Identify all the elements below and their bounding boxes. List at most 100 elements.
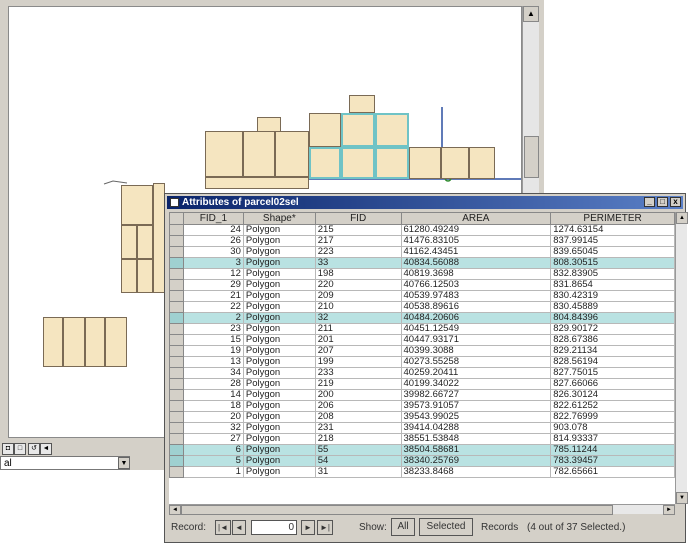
row-selector[interactable] <box>169 224 184 236</box>
parcel[interactable] <box>409 147 441 179</box>
row-selector[interactable] <box>169 422 184 434</box>
table-vertical-scrollbar[interactable]: ▲ ▼ <box>675 212 688 504</box>
row-selector[interactable] <box>169 444 184 456</box>
record-number-input[interactable]: 0 <box>251 520 297 535</box>
scroll-left-icon[interactable]: ◄ <box>40 443 52 455</box>
table-row[interactable]: 18 Polygon 206 39573.91057 822.61252 <box>169 400 675 412</box>
table-horizontal-scrollbar[interactable]: ◄ ► <box>169 504 675 515</box>
scroll-left-icon[interactable]: ◄ <box>169 505 181 515</box>
parcel-selected[interactable] <box>341 113 375 147</box>
select-all-cell[interactable] <box>169 212 184 225</box>
parcel[interactable] <box>205 177 309 189</box>
title-bar[interactable]: Attributes of parcel02sel _ □ x <box>167 196 683 209</box>
parcel[interactable] <box>205 131 243 177</box>
column-header-shape[interactable]: Shape* <box>242 212 316 225</box>
chevron-down-icon[interactable]: ▼ <box>118 457 130 469</box>
previous-record-button[interactable]: ◄ <box>232 520 246 535</box>
row-selector[interactable] <box>169 257 184 269</box>
scroll-thumb[interactable] <box>524 136 539 178</box>
table-row[interactable]: 27 Polygon 218 38551.53848 814.93337 <box>169 433 675 445</box>
parcel[interactable] <box>43 317 63 367</box>
parcel-selected[interactable] <box>375 113 409 147</box>
row-selector[interactable] <box>169 433 184 445</box>
parcel-selected[interactable] <box>309 147 341 179</box>
table-row[interactable]: 2 Polygon 32 40484.20606 804.84396 <box>169 312 675 324</box>
table-row[interactable]: 19 Polygon 207 40399.3088 829.21134 <box>169 345 675 357</box>
table-row[interactable]: 6 Polygon 55 38504.58681 785.11244 <box>169 444 675 456</box>
row-selector[interactable] <box>169 411 184 423</box>
row-selector[interactable] <box>169 334 184 346</box>
row-selector[interactable] <box>169 246 184 258</box>
layer-select[interactable]: al <box>0 456 130 470</box>
parcel[interactable] <box>349 95 375 113</box>
parcel[interactable] <box>137 225 153 259</box>
row-selector[interactable] <box>169 279 184 291</box>
close-button[interactable]: x <box>670 197 681 207</box>
parcel-selected[interactable] <box>341 147 375 179</box>
row-selector[interactable] <box>169 290 184 302</box>
row-selector[interactable] <box>169 400 184 412</box>
column-header-fid1[interactable]: FID_1 <box>182 212 244 225</box>
parcel[interactable] <box>121 185 153 225</box>
parcel[interactable] <box>309 113 341 147</box>
scroll-right-icon[interactable]: ► <box>663 505 675 515</box>
table-row[interactable]: 15 Polygon 201 40447.93171 828.67386 <box>169 334 675 346</box>
parcel[interactable] <box>243 131 275 177</box>
parcel[interactable] <box>137 259 153 293</box>
table-row[interactable]: 20 Polygon 208 39543.99025 822.76999 <box>169 411 675 423</box>
parcel[interactable] <box>441 147 469 179</box>
row-selector[interactable] <box>169 466 184 478</box>
table-row[interactable]: 28 Polygon 219 40199.34022 827.66066 <box>169 378 675 390</box>
refresh-icon[interactable]: ↺ <box>28 443 40 455</box>
table-row[interactable]: 24 Polygon 215 61280.49249 1274.63154 <box>169 224 675 236</box>
row-selector[interactable] <box>169 312 184 324</box>
first-record-button[interactable]: |◄ <box>215 520 231 535</box>
parcel[interactable] <box>121 225 137 259</box>
table-row[interactable]: 23 Polygon 211 40451.12549 829.90172 <box>169 323 675 335</box>
table-row[interactable]: 21 Polygon 209 40539.97483 830.42319 <box>169 290 675 302</box>
table-row[interactable]: 32 Polygon 231 39414.04288 903.078 <box>169 422 675 434</box>
parcel[interactable] <box>63 317 85 367</box>
show-selected-button[interactable]: Selected <box>419 518 473 536</box>
parcel[interactable] <box>85 317 105 367</box>
row-selector[interactable] <box>169 345 184 357</box>
table-row[interactable]: 13 Polygon 199 40273.55258 828.56194 <box>169 356 675 368</box>
scroll-up-icon[interactable]: ▲ <box>676 212 688 224</box>
column-header-perimeter[interactable]: PERIMETER <box>550 212 675 225</box>
row-selector[interactable] <box>169 235 184 247</box>
table-row[interactable]: 29 Polygon 220 40766.12503 831.8654 <box>169 279 675 291</box>
last-record-button[interactable]: ►| <box>317 520 333 535</box>
row-selector[interactable] <box>169 301 184 313</box>
row-selector[interactable] <box>169 367 184 379</box>
parcel[interactable] <box>469 147 495 179</box>
table-row[interactable]: 22 Polygon 210 40538.89616 830.45889 <box>169 301 675 313</box>
table-row[interactable]: 12 Polygon 198 40819.3698 832.83905 <box>169 268 675 280</box>
parcel[interactable] <box>121 259 137 293</box>
scroll-thumb[interactable] <box>181 505 613 515</box>
scroll-down-icon[interactable]: ▼ <box>676 492 688 504</box>
show-all-button[interactable]: All <box>391 518 415 536</box>
table-row[interactable]: 3 Polygon 33 40834.56088 808.30515 <box>169 257 675 269</box>
column-header-area[interactable]: AREA <box>400 212 552 225</box>
table-row[interactable]: 5 Polygon 54 38340.25769 783.39457 <box>169 455 675 467</box>
parcel-selected[interactable] <box>375 147 409 179</box>
parcel[interactable] <box>105 317 127 367</box>
row-selector[interactable] <box>169 389 184 401</box>
row-selector[interactable] <box>169 378 184 390</box>
scroll-up-icon[interactable]: ▲ <box>523 6 539 22</box>
table-row[interactable]: 30 Polygon 223 41162.43451 839.65045 <box>169 246 675 258</box>
data-view-icon[interactable]: ◘ <box>2 443 14 455</box>
parcel[interactable] <box>275 131 309 177</box>
maximize-button[interactable]: □ <box>657 197 668 207</box>
row-selector[interactable] <box>169 356 184 368</box>
table-row[interactable]: 26 Polygon 217 41476.83105 837.99145 <box>169 235 675 247</box>
table-row[interactable]: 1 Polygon 31 38233.8468 782.65661 <box>169 466 675 478</box>
next-record-button[interactable]: ► <box>301 520 315 535</box>
row-selector[interactable] <box>169 455 184 467</box>
row-selector[interactable] <box>169 323 184 335</box>
attribute-grid[interactable]: FID_1 Shape* FID AREA PERIMETER 24 Polygo… <box>169 212 675 504</box>
row-selector[interactable] <box>169 268 184 280</box>
layout-view-icon[interactable]: □ <box>14 443 26 455</box>
table-row[interactable]: 34 Polygon 233 40259.20411 827.75015 <box>169 367 675 379</box>
table-row[interactable]: 14 Polygon 200 39982.66727 826.30124 <box>169 389 675 401</box>
